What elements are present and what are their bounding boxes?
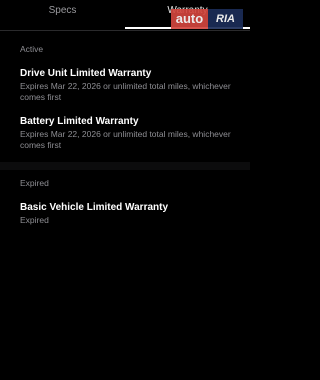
watermark-logo: auto RIA [171,9,243,29]
section-label-active: Active [20,44,44,54]
warranty-title: Drive Unit Limited Warranty [20,68,152,79]
warranty-subtitle: Expired [20,215,49,225]
watermark-auto: auto [171,9,208,29]
tab-specs[interactable]: Specs [0,5,125,16]
warranty-subtitle: Expires Mar 22, 2026 or unlimited total … [20,129,231,150]
watermark-ria: RIA [208,9,243,29]
section-divider [0,162,250,170]
warranty-title: Basic Vehicle Limited Warranty [20,202,169,213]
warranty-subtitle: Expires Mar 22, 2026 or unlimited total … [20,81,231,102]
section-label-expired: Expired [20,178,49,188]
warranty-title: Battery Limited Warranty [20,116,139,127]
